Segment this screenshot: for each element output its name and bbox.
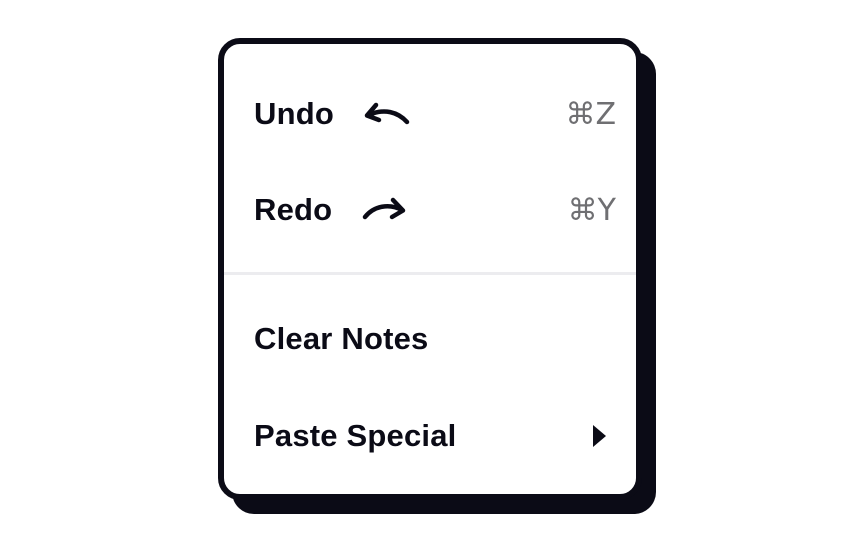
clear-notes-label: Clear Notes: [254, 321, 429, 356]
undo-label: Undo: [254, 96, 334, 131]
redo-arrow-icon: [362, 197, 406, 220]
menu-item-undo[interactable]: Undo ⌘Z: [224, 84, 636, 144]
menu-item-paste-special[interactable]: Paste Special: [224, 406, 636, 466]
menu-item-clear-notes[interactable]: Clear Notes: [224, 309, 636, 369]
redo-label: Redo: [254, 192, 333, 227]
menu-divider: [224, 272, 636, 275]
undo-shortcut: ⌘Z: [565, 96, 616, 132]
submenu-triangle-icon: [593, 425, 606, 447]
paste-special-label: Paste Special: [254, 418, 457, 453]
edit-context-menu: Undo ⌘Z Redo ⌘Y Clear Notes Paste Specia…: [218, 38, 642, 500]
undo-arrow-icon: [364, 102, 410, 125]
menu-item-redo[interactable]: Redo ⌘Y: [224, 180, 636, 240]
redo-shortcut: ⌘Y: [567, 192, 616, 228]
